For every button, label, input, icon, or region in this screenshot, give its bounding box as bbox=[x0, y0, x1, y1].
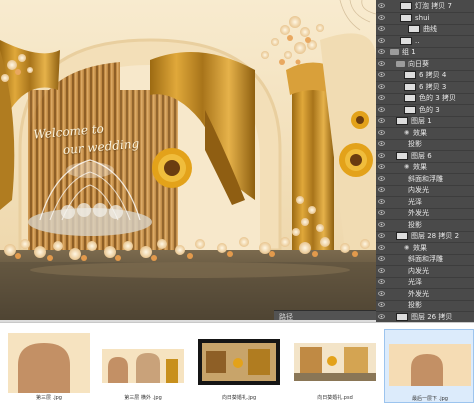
layer-label: 6 拷贝 4 bbox=[419, 71, 447, 79]
file-preview-image bbox=[102, 333, 184, 393]
effects-icon: ◉ bbox=[404, 243, 410, 251]
layer-label: 内发光 bbox=[408, 186, 429, 194]
file-preview-image bbox=[389, 334, 471, 394]
eye-icon[interactable] bbox=[378, 106, 385, 112]
layer-thumbnail bbox=[400, 13, 412, 22]
eye-icon[interactable] bbox=[378, 14, 385, 20]
file-name: 最后一层下 .jpg bbox=[412, 396, 448, 402]
eye-icon[interactable] bbox=[378, 60, 385, 66]
layer-label: 内发光 bbox=[408, 266, 429, 275]
layer-label: 图层 6 bbox=[411, 151, 432, 160]
layer-label: 投影 bbox=[408, 301, 422, 309]
file-thumbnail[interactable]: 第三层 横外 .jpg bbox=[98, 329, 188, 403]
eye-icon[interactable] bbox=[378, 141, 385, 146]
layer-thumbnail bbox=[404, 94, 416, 102]
file-name: 第三层 横外 .jpg bbox=[124, 395, 162, 401]
layer-thumbnail bbox=[404, 82, 416, 91]
layer-thumbnail bbox=[396, 151, 408, 160]
layer-label: 图层 26 拷贝 bbox=[411, 312, 453, 321]
eye-icon[interactable] bbox=[378, 49, 385, 54]
eye-icon[interactable] bbox=[378, 302, 385, 307]
eye-icon[interactable] bbox=[378, 129, 385, 135]
layer-label: 投影 bbox=[408, 140, 422, 148]
layer-thumbnail bbox=[396, 117, 408, 125]
layer-label: shui bbox=[415, 13, 430, 22]
eye-icon[interactable] bbox=[378, 210, 385, 215]
layer-thumbnail bbox=[404, 105, 416, 114]
file-preview-image bbox=[8, 333, 90, 393]
layer-row[interactable]: 图层 26 拷贝 bbox=[376, 311, 474, 323]
file-browser-strip: 第三层 .jpg 第三层 横外 .jpg 向日葵婚礼.jpg 向日葵婚礼.psd 最后一… bbox=[0, 322, 474, 407]
layer-thumbnail bbox=[400, 36, 412, 45]
layer-label: 光泽 bbox=[408, 197, 422, 206]
layer-label: 图层 28 拷贝 2 bbox=[411, 232, 460, 240]
effects-icon: ◉ bbox=[404, 163, 410, 170]
eye-icon[interactable] bbox=[378, 313, 385, 319]
eye-icon[interactable] bbox=[378, 267, 385, 273]
eye-icon[interactable] bbox=[378, 279, 385, 284]
layer-label: 效果 bbox=[413, 128, 427, 137]
paths-tab[interactable]: 路径 bbox=[274, 310, 376, 320]
layer-label: 曲线 bbox=[423, 25, 437, 33]
layer-label: 向日葵 bbox=[408, 59, 429, 68]
eye-icon[interactable] bbox=[378, 164, 385, 169]
layer-label: 效果 bbox=[413, 243, 427, 252]
layer-label: 色的 3 bbox=[419, 105, 440, 114]
layer-label: 图层 1 bbox=[411, 117, 432, 125]
layer-label: 外发光 bbox=[408, 289, 429, 298]
layer-label: 光泽 bbox=[408, 278, 422, 286]
eye-icon[interactable] bbox=[378, 3, 385, 8]
folder-icon bbox=[390, 49, 399, 55]
file-preview-image bbox=[198, 333, 280, 393]
design-canvas[interactable]: Welcome to our wedding 路径 bbox=[0, 0, 376, 320]
folder-icon bbox=[396, 60, 405, 67]
eye-icon[interactable] bbox=[378, 37, 385, 43]
paths-tab-label: 路径 bbox=[279, 313, 293, 320]
eye-icon[interactable] bbox=[378, 118, 385, 123]
file-name: 向日葵婚礼.psd bbox=[317, 395, 353, 401]
layer-label: 组 1 bbox=[402, 48, 416, 56]
layers-panel[interactable]: 灯泡 拷贝 7 shui 曲线.. 组 1 向日葵 6 拷贝 4 6 拷贝 3 色的 3 拷贝… bbox=[376, 0, 474, 322]
layer-thumbnail bbox=[404, 71, 416, 79]
effects-icon: ◉ bbox=[404, 128, 410, 136]
eye-icon[interactable] bbox=[378, 221, 385, 227]
layer-thumbnail bbox=[408, 25, 420, 33]
file-thumbnail[interactable]: 最后一层下 .jpg bbox=[384, 329, 474, 403]
eye-icon[interactable] bbox=[378, 198, 385, 204]
eye-icon[interactable] bbox=[378, 152, 385, 158]
layer-label: 斜面和浮雕 bbox=[408, 255, 443, 263]
file-name: 向日葵婚礼.jpg bbox=[221, 395, 257, 401]
file-preview-image bbox=[294, 333, 376, 393]
wedding-stage-artwork bbox=[0, 0, 376, 320]
layer-label: 6 拷贝 3 bbox=[419, 82, 447, 91]
layer-label: 外发光 bbox=[408, 209, 429, 217]
file-name: 第三层 .jpg bbox=[36, 395, 62, 401]
layer-label: 效果 bbox=[413, 163, 427, 171]
layer-thumbnail bbox=[400, 2, 412, 10]
eye-icon[interactable] bbox=[378, 83, 385, 89]
eye-icon[interactable] bbox=[378, 72, 385, 77]
eye-icon[interactable] bbox=[378, 290, 385, 296]
layer-thumbnail bbox=[396, 232, 408, 240]
file-thumbnail[interactable]: 向日葵婚礼.jpg bbox=[194, 329, 284, 403]
layer-thumbnail bbox=[396, 312, 408, 321]
eye-icon[interactable] bbox=[378, 95, 385, 100]
layer-label: .. bbox=[415, 36, 420, 45]
eye-icon[interactable] bbox=[378, 233, 385, 238]
file-thumbnail[interactable]: 第三层 .jpg bbox=[4, 329, 94, 403]
eye-icon[interactable] bbox=[378, 187, 385, 192]
eye-icon[interactable] bbox=[378, 256, 385, 261]
layer-label: 投影 bbox=[408, 220, 422, 229]
layer-label: 斜面和浮雕 bbox=[408, 174, 443, 183]
file-thumbnail[interactable]: 向日葵婚礼.psd bbox=[290, 329, 380, 403]
eye-icon[interactable] bbox=[378, 244, 385, 250]
eye-icon[interactable] bbox=[378, 175, 385, 181]
layer-label: 色的 3 拷贝 bbox=[419, 94, 456, 102]
eye-icon[interactable] bbox=[378, 26, 385, 31]
layer-label: 灯泡 拷贝 7 bbox=[415, 2, 452, 10]
